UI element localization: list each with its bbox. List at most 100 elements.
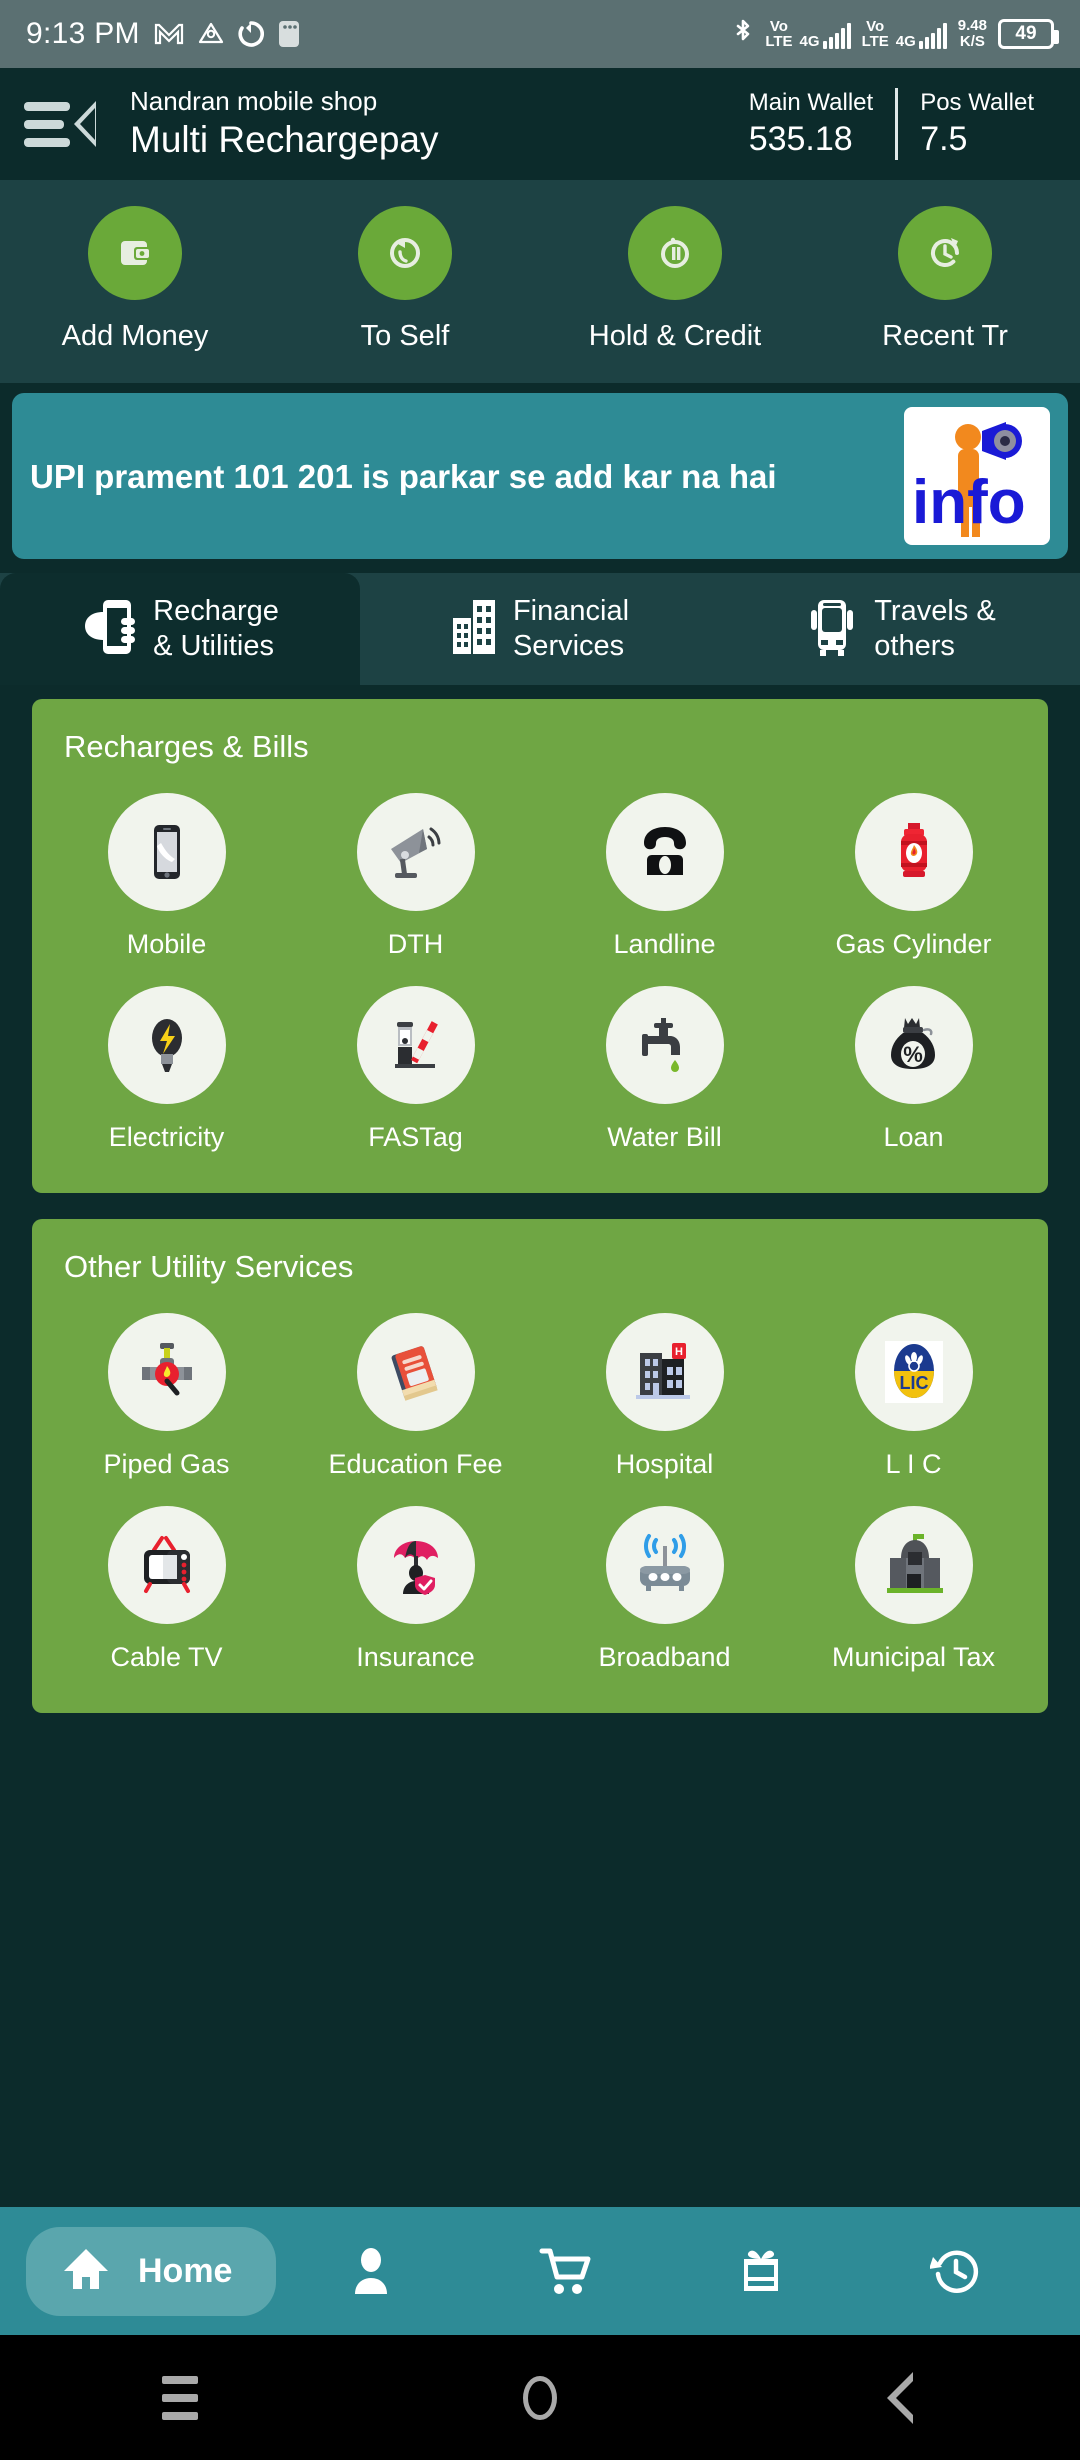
service-label: Municipal Tax (831, 1642, 996, 1672)
government-building-icon (854, 1506, 973, 1624)
toll-barrier-icon (356, 986, 475, 1104)
sync-icon (238, 21, 264, 47)
section-recharges-bills: Recharges & Bills Mobile DTH Landline Ga… (32, 699, 1048, 1193)
pos-wallet[interactable]: Pos Wallet 7.5 (895, 88, 1056, 160)
tab-travels-others[interactable]: Travels & others (720, 573, 1080, 685)
sim2-bars-icon (918, 23, 947, 49)
service-gas-cylinder[interactable]: Gas Cylinder (789, 783, 1038, 976)
hamburger-back-icon[interactable] (24, 101, 102, 147)
recents-icon[interactable] (105, 2375, 255, 2420)
service-landline[interactable]: Landline (540, 783, 789, 976)
service-label: Gas Cylinder (835, 929, 992, 959)
promo-banner[interactable]: UPI prament 101 201 is parkar se add kar… (12, 393, 1068, 559)
service-label: Hospital (615, 1449, 714, 1479)
service-fastag[interactable]: FASTag (291, 976, 540, 1169)
service-label: Insurance (356, 1642, 475, 1672)
nav-item-history[interactable] (930, 2245, 982, 2297)
history-clock-icon (930, 2250, 979, 2293)
gas-cylinder-icon (854, 793, 973, 911)
section-title: Other Utility Services (64, 1249, 354, 1284)
app-bar-titles: Nandran mobile shop Multi Rechargepay (130, 85, 438, 163)
quick-actions-row: Add Money To Self Hold & Credit Recent T… (0, 180, 1080, 383)
banner-text: UPI prament 101 201 is parkar se add kar… (30, 457, 777, 495)
service-insurance[interactable]: Insurance (291, 1496, 540, 1689)
sim1-network-label: 4G (799, 33, 820, 50)
sim1-signal: Vo LTE 4G (765, 19, 851, 50)
back-triangle-icon[interactable] (825, 2371, 975, 2424)
mobile-phone-icon (107, 793, 226, 911)
service-label: Landline (613, 929, 716, 959)
service-municipal-tax[interactable]: Municipal Tax (789, 1496, 1038, 1689)
service-piped-gas[interactable]: Piped Gas (42, 1303, 291, 1496)
data-speed: 9.48 K/S (957, 17, 987, 50)
gas-valve-icon (107, 1313, 226, 1431)
service-label: Education Fee (328, 1449, 503, 1479)
light-bulb-icon (107, 986, 226, 1104)
main-wallet[interactable]: Main Wallet 535.18 (727, 88, 895, 160)
quick-action-label: Add Money (61, 320, 209, 352)
sim2-signal: Vo LTE 4G (862, 19, 947, 49)
service-mobile[interactable]: Mobile (42, 783, 291, 976)
wifi-router-icon (605, 1506, 724, 1624)
status-bar-right: Vo LTE 4G Vo LTE 4G 9.48 K/S 49 (732, 17, 1059, 50)
svg-text:LIC: LIC (899, 1373, 928, 1393)
water-tap-icon (605, 986, 724, 1104)
sim2-volte-label: Vo LTE (861, 18, 889, 50)
service-grid: Piped Gas Education Fee H Hospital LIC L… (42, 1303, 1038, 1689)
chevron-left-icon (74, 101, 96, 147)
status-time: 9:13 PM (26, 17, 140, 50)
info-megaphone-icon: info (904, 407, 1050, 545)
hospital-building-icon: H (605, 1313, 724, 1431)
nav-item-profile[interactable] (348, 2246, 394, 2296)
banner-section: UPI prament 101 201 is parkar se add kar… (0, 383, 1080, 573)
pos-wallet-label: Pos Wallet (920, 89, 1034, 116)
quick-action-recent-tr[interactable]: Recent Tr (810, 206, 1080, 353)
bus-icon (804, 596, 860, 663)
battery-indicator: 49 (998, 19, 1059, 49)
money-bag-percent-icon: % (854, 986, 973, 1104)
pos-wallet-value: 7.5 (920, 120, 968, 158)
gmail-icon (154, 22, 184, 46)
shop-name: Nandran mobile shop (130, 86, 378, 116)
main-wallet-value: 535.18 (748, 120, 853, 158)
section-title: Recharges & Bills (64, 729, 309, 764)
service-electricity[interactable]: Electricity (42, 976, 291, 1169)
quick-action-hold-credit[interactable]: Hold & Credit (540, 206, 810, 353)
nav-item-cart[interactable] (538, 2245, 592, 2297)
service-loan[interactable]: % Loan (789, 976, 1038, 1169)
wallet-summary[interactable]: Main Wallet 535.18 Pos Wallet 7.5 (727, 88, 1056, 160)
service-cable-tv[interactable]: Cable TV (42, 1496, 291, 1689)
quick-action-to-self[interactable]: To Self (270, 206, 540, 353)
nav-item-gift[interactable] (736, 2245, 786, 2297)
home-circle-icon[interactable] (465, 2375, 615, 2420)
tab-recharge-utilities[interactable]: Recharge & Utilities (0, 573, 360, 685)
service-lic[interactable]: LIC L I C (789, 1303, 1038, 1496)
service-label: Piped Gas (103, 1449, 230, 1479)
service-dth[interactable]: DTH (291, 783, 540, 976)
drive-icon (198, 21, 224, 47)
tab-label: Recharge & Utilities (153, 595, 279, 662)
home-icon (60, 2243, 112, 2300)
service-hospital[interactable]: H Hospital (540, 1303, 789, 1496)
nav-item-home[interactable]: Home (26, 2226, 277, 2316)
service-content: Recharges & Bills Mobile DTH Landline Ga… (0, 685, 1080, 1713)
svg-text:%: % (903, 1042, 923, 1067)
tab-financial-services[interactable]: Financial Services (360, 573, 720, 685)
bottom-nav-items (276, 2245, 1054, 2297)
service-label: FASTag (368, 1122, 463, 1152)
person-icon (355, 2248, 388, 2294)
television-icon (107, 1506, 226, 1624)
pause-circle-icon (628, 206, 722, 300)
quick-action-add-money[interactable]: Add Money (0, 206, 270, 353)
service-label: Cable TV (110, 1642, 223, 1672)
service-label: Electricity (108, 1122, 225, 1152)
service-grid: Mobile DTH Landline Gas Cylinder Electri… (42, 783, 1038, 1169)
service-water-bill[interactable]: Water Bill (540, 976, 789, 1169)
lic-logo-icon: LIC (854, 1313, 973, 1431)
service-broadband[interactable]: Broadband (540, 1496, 789, 1689)
service-education-fee[interactable]: Education Fee (291, 1303, 540, 1496)
status-bar: 9:13 PM Vo LTE 4G Vo LTE 4G 9.48 K/S 49 (0, 0, 1080, 68)
clock-arrow-icon (898, 206, 992, 300)
android-navigation-bar (0, 2335, 1080, 2460)
service-label: Water Bill (607, 1122, 722, 1152)
